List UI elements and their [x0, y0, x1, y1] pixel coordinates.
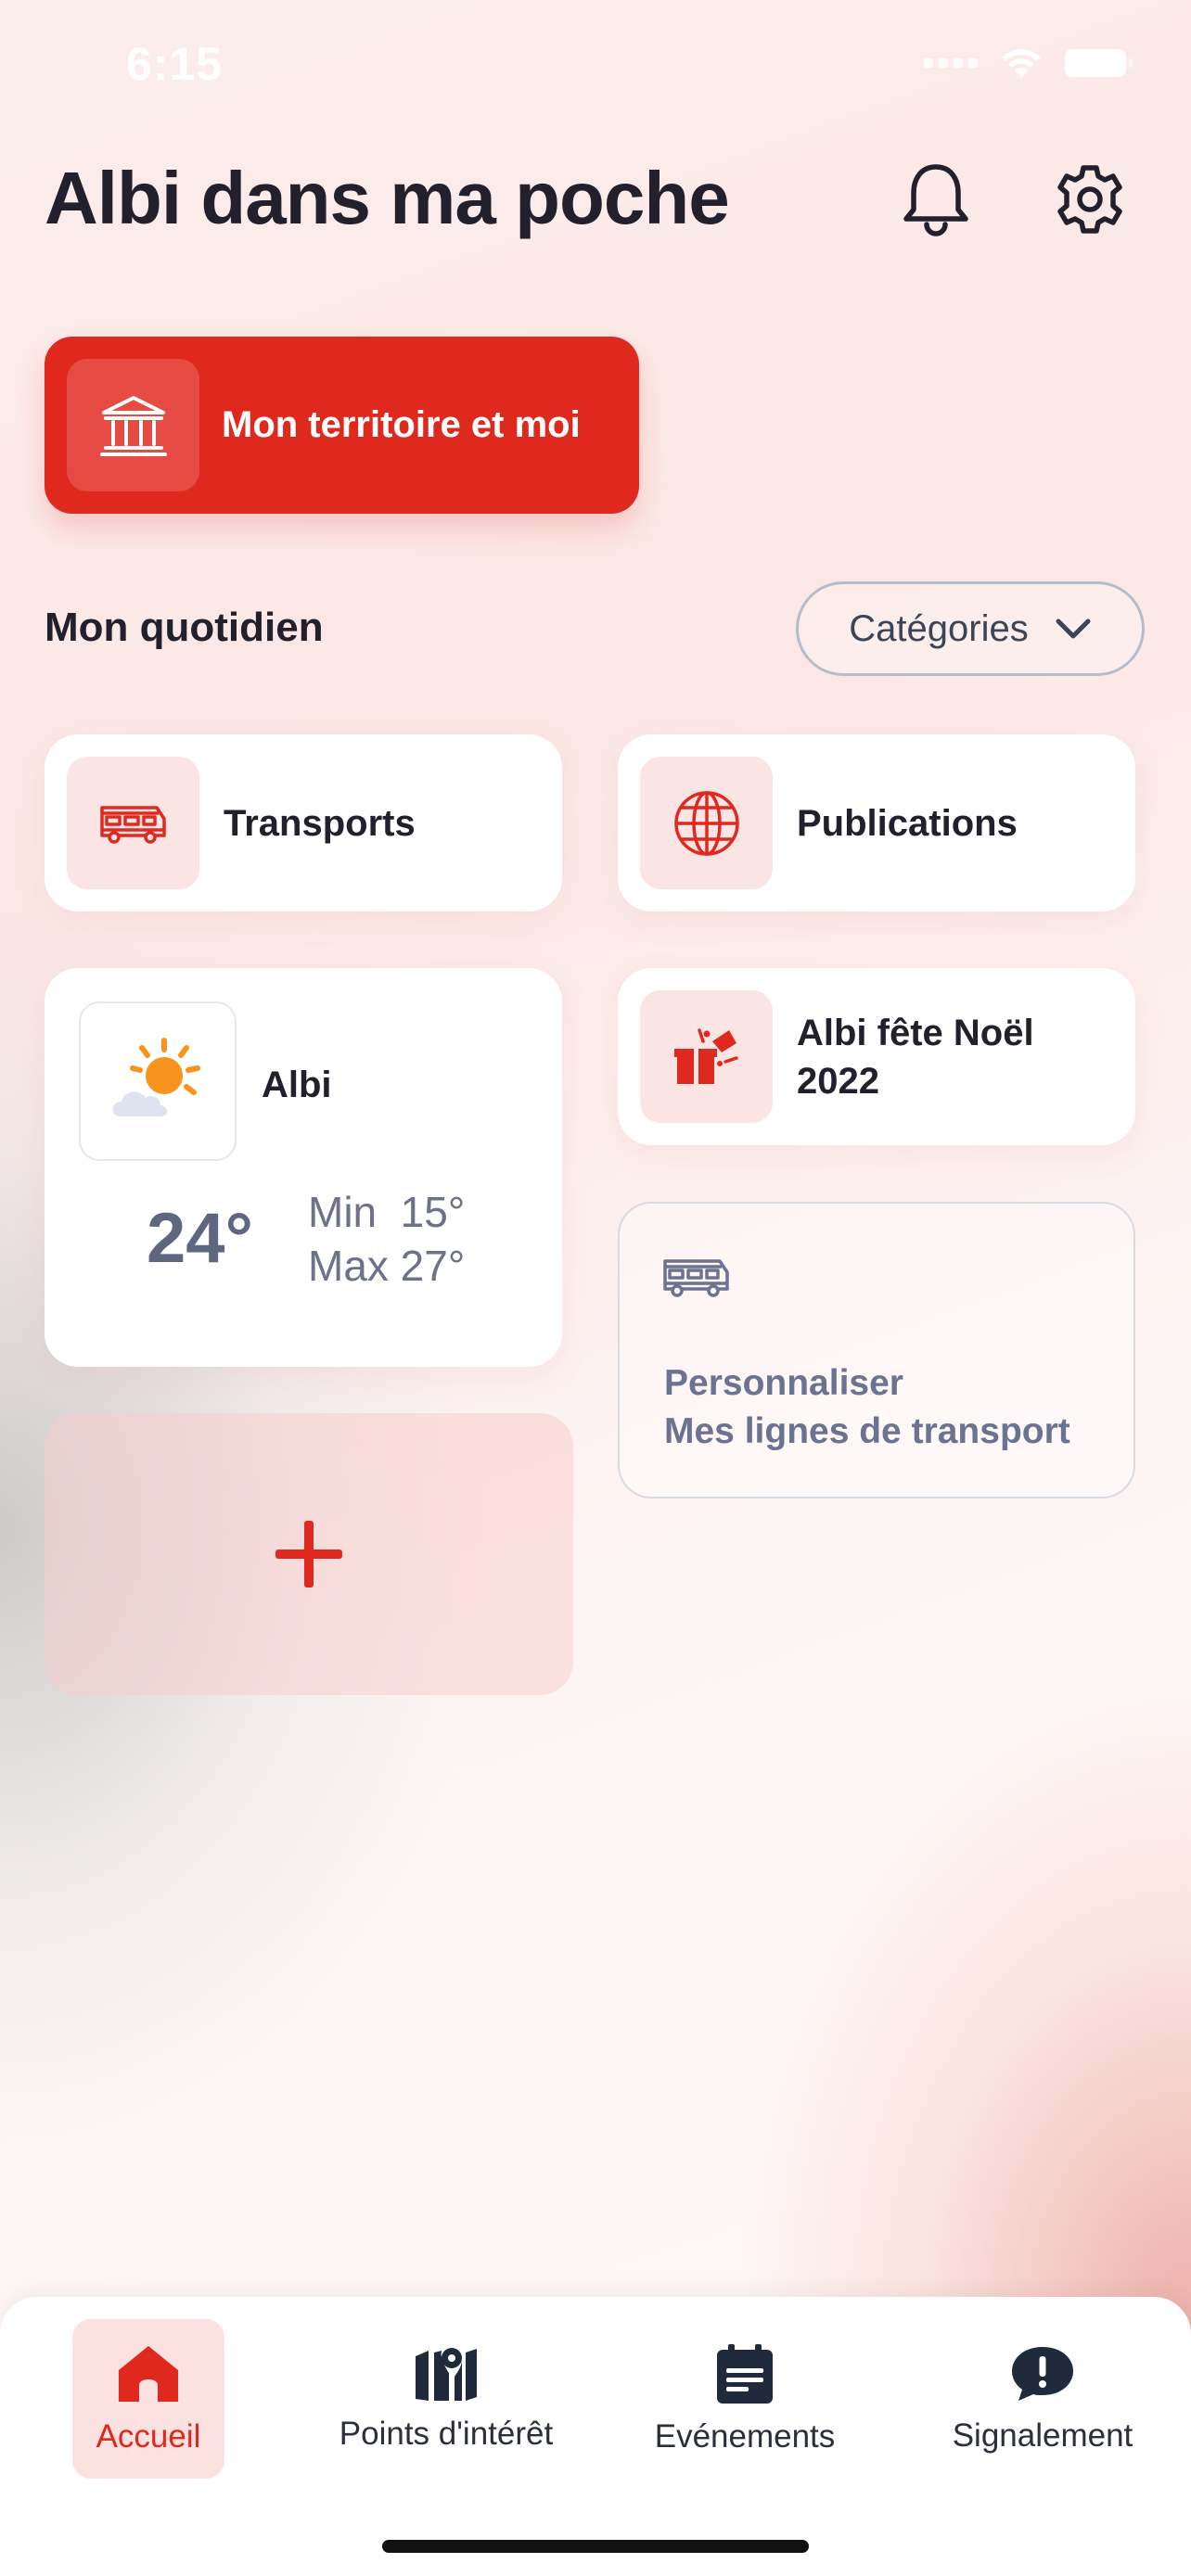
nav-item-evenements[interactable]: Evénements	[624, 2319, 865, 2479]
territory-button-label: Mon territoire et moi	[222, 404, 581, 445]
partly-sunny-icon	[112, 1038, 200, 1116]
noel-event-tile[interactable]: Albi fête Noël 2022	[618, 968, 1135, 1145]
cellular-signal-icon	[924, 58, 978, 68]
wifi-icon	[1002, 49, 1041, 78]
weather-min-max: Min 15° Max 27°	[308, 1185, 465, 1293]
weather-temperature: 24°	[147, 1199, 253, 1278]
tile-icon-box	[640, 757, 773, 889]
status-bar: 6:15	[0, 0, 1191, 130]
tile-icon-box	[640, 990, 773, 1123]
publications-label: Publications	[797, 802, 1018, 844]
chevron-down-icon	[1056, 618, 1091, 639]
customize-title: Personnaliser	[664, 1363, 903, 1403]
map-icon	[416, 2348, 477, 2401]
alert-bubble-icon	[1012, 2347, 1073, 2401]
bus-icon	[663, 1259, 729, 1297]
transports-tile[interactable]: Transports	[45, 734, 562, 912]
customize-subtitle: Mes lignes de transport	[664, 1411, 1070, 1451]
weather-city: Albi	[262, 1065, 332, 1105]
town-hall-icon	[99, 395, 167, 456]
weather-max: Max 27°	[308, 1242, 466, 1290]
tile-icon-box	[67, 757, 199, 889]
categories-dropdown[interactable]: Catégories	[796, 581, 1145, 676]
weather-icon-box	[79, 1001, 237, 1161]
noel-event-label: Albi fête Noël 2022	[797, 1009, 1034, 1105]
nav-item-signalement[interactable]: Signalement	[922, 2319, 1163, 2479]
weather-widget[interactable]: Albi 24° Min 15° Max 27°	[45, 968, 562, 1367]
categories-label: Catégories	[849, 607, 1029, 649]
calendar-icon	[717, 2344, 773, 2404]
plus-icon	[275, 1521, 342, 1588]
noel-event-year: 2022	[797, 1060, 879, 1102]
section-title: Mon quotidien	[45, 605, 324, 650]
status-time: 6:15	[126, 38, 224, 90]
customize-text: Personnaliser Mes lignes de transport	[664, 1359, 1070, 1456]
status-indicators	[924, 46, 1133, 80]
territory-button[interactable]: Mon territoire et moi	[45, 337, 639, 514]
weather-min: Min 15°	[308, 1188, 466, 1236]
nav-label: Signalement	[952, 2417, 1133, 2454]
nav-label: Accueil	[96, 2418, 201, 2455]
globe-icon	[673, 790, 739, 856]
notifications-button[interactable]	[894, 158, 978, 241]
nav-label: Evénements	[654, 2418, 836, 2455]
page-title: Albi dans ma poche	[45, 157, 730, 239]
gear-icon	[1057, 165, 1122, 234]
home-indicator	[382, 2540, 809, 2553]
battery-icon	[1065, 49, 1133, 77]
home-icon	[119, 2346, 178, 2402]
noel-event-title: Albi fête Noël	[797, 1012, 1034, 1053]
gift-party-icon	[673, 1027, 738, 1084]
add-widget-button[interactable]	[45, 1413, 573, 1695]
customize-transport-lines-card[interactable]: Personnaliser Mes lignes de transport	[618, 1202, 1135, 1498]
nav-item-accueil[interactable]: Accueil	[72, 2319, 224, 2479]
settings-button[interactable]	[1048, 158, 1132, 241]
nav-item-points-interet[interactable]: Points d'intérêt	[326, 2319, 567, 2479]
nav-label: Points d'intérêt	[339, 2416, 554, 2452]
bell-icon	[903, 164, 968, 236]
hero-icon-box	[67, 359, 199, 491]
publications-tile[interactable]: Publications	[618, 734, 1135, 912]
transports-label: Transports	[224, 802, 416, 844]
bottom-navigation: Accueil Points d'intérêt Evénements Sign…	[0, 2297, 1191, 2576]
bus-icon	[99, 805, 166, 844]
